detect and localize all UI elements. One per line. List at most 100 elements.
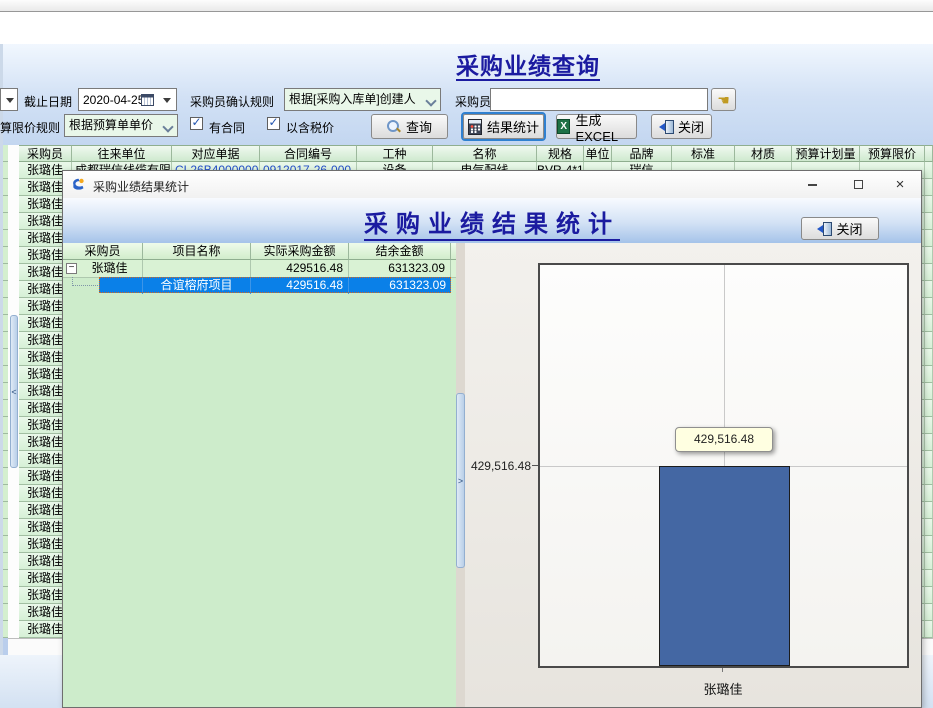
bg-col-header[interactable]: 采购员 (19, 145, 72, 162)
checkmark-icon: ✓ (191, 115, 201, 129)
top-white-band (0, 12, 933, 44)
bg-cell (925, 536, 933, 553)
clipped-combo-stub[interactable] (0, 88, 18, 111)
bg-cell (925, 502, 933, 519)
limit-rule-value: 根据预算单单价 (69, 118, 153, 132)
chart-plot-area: 429,516.48 (538, 263, 909, 668)
bg-col-header[interactable]: 合同编号 (260, 145, 357, 162)
bg-cell (925, 400, 933, 417)
row-project (143, 260, 251, 277)
tax-included-checkbox[interactable]: ✓ (267, 117, 280, 130)
confirm-rule-label: 采购员确认规则 (190, 93, 274, 110)
dialog-table-header: 采购员 项目名称 实际采购金额 结余金额 (63, 243, 456, 260)
query-button-label: 查询 (406, 117, 432, 136)
bg-col-header[interactable]: 对应单据 (172, 145, 260, 162)
close-icon: × (896, 178, 905, 191)
bg-cell (925, 468, 933, 485)
bg-col-header[interactable]: 材质 (735, 145, 792, 162)
screen: 采购业绩查询 截止日期 2020-04-25 采购员确认规则 根据[采购入库单]… (0, 0, 933, 708)
results-dialog: 采购业绩结果统计 × 采购业绩结果统计 关闭 采购员 项目名称 实际采购金额 结… (62, 170, 922, 708)
stats-button[interactable]: 结果统计 (463, 114, 544, 139)
bg-col-header[interactable]: 往来单位 (72, 145, 172, 162)
buyer-label: 采购员 (455, 93, 491, 110)
bg-col-header[interactable]: 规格 (537, 145, 584, 162)
bg-cell (925, 281, 933, 298)
buyer-input[interactable] (490, 88, 708, 111)
maximize-button[interactable] (849, 177, 867, 192)
chevron-down-icon (425, 95, 436, 106)
row-actual-amount: 429516.48 (251, 260, 349, 277)
bg-col-header[interactable]: 预算限价 (860, 145, 925, 162)
bg-cell (925, 366, 933, 383)
bg-cell (925, 196, 933, 213)
has-contract-checkbox[interactable]: ✓ (190, 117, 203, 130)
row-actual-amount: 429516.48 (251, 277, 349, 294)
dialog-header: 采购业绩结果统计 关闭 (63, 198, 921, 243)
close-window-button[interactable]: × (891, 177, 909, 192)
close-button-label: 关闭 (678, 117, 704, 136)
exit-door-icon (659, 120, 673, 133)
dialog-header-title: 采购业绩结果统计 (63, 204, 921, 239)
bg-cell (925, 298, 933, 315)
bar-series-zhanglujia[interactable] (659, 466, 790, 666)
bg-col-header[interactable]: 名称 (433, 145, 537, 162)
dialog-table-row-selected[interactable]: 合谊榕府项目 429516.48 631323.09 (99, 277, 451, 293)
dialog-body: 采购员 项目名称 实际采购金额 结余金额 − 张璐佳 429516.48 631… (63, 243, 921, 707)
bg-col-header[interactable] (925, 145, 933, 162)
page-title: 采购业绩查询 (378, 47, 678, 81)
bg-table-header-row: 采购员往来单位对应单据合同编号工种名称规格单位品牌标准材质预算计划量预算限价 (19, 145, 933, 162)
bg-cell (925, 179, 933, 196)
minimize-icon (808, 184, 817, 186)
dialog-splitter[interactable]: > (456, 393, 465, 568)
calculator-icon (468, 119, 482, 135)
limit-rule-select[interactable]: 根据预算单单价 (64, 114, 178, 137)
dialog-table-row-selected-wrap: 合谊榕府项目 429516.48 631323.09 (63, 277, 456, 293)
dialog-col-header[interactable]: 实际采购金额 (251, 243, 349, 260)
bg-cell (925, 451, 933, 468)
bg-cell (925, 587, 933, 604)
stats-button-label: 结果统计 (487, 117, 539, 136)
dropdown-arrow-icon[interactable] (163, 98, 171, 103)
dialog-col-header[interactable]: 结余金额 (349, 243, 451, 260)
exit-door-icon (817, 222, 831, 235)
pointing-hand-icon: ☚ (717, 93, 730, 107)
bg-cell (925, 247, 933, 264)
close-button[interactable]: 关闭 (651, 114, 712, 139)
dialog-table-row[interactable]: − 张璐佳 429516.48 631323.09 (63, 260, 456, 278)
dialog-titlebar[interactable]: 采购业绩结果统计 × (63, 171, 921, 198)
deadline-date-input[interactable]: 2020-04-25 (78, 88, 177, 111)
bg-cell (925, 349, 933, 366)
tree-collapse-icon[interactable]: − (66, 263, 77, 274)
row-buyer (99, 277, 143, 294)
bg-col-header[interactable]: 预算计划量 (792, 145, 860, 162)
bg-cell (925, 485, 933, 502)
calendar-icon[interactable] (141, 94, 154, 106)
x-axis-category-label: 张璐佳 (623, 679, 823, 698)
excel-button[interactable]: X 生成EXCEL (556, 114, 637, 139)
bg-col-header[interactable]: 工种 (357, 145, 433, 162)
limit-rule-label: 算限价规则 (0, 119, 60, 136)
minimize-button[interactable] (803, 177, 821, 192)
collapse-left-icon: < (11, 387, 16, 397)
tree-branch-line (72, 277, 98, 286)
excel-icon: X (557, 119, 570, 134)
bg-col-header[interactable]: 标准 (672, 145, 735, 162)
bar-value-tooltip: 429,516.48 (675, 427, 773, 452)
bg-cell (925, 230, 933, 247)
row-balance-amount: 631323.09 (349, 260, 451, 277)
dialog-col-header[interactable]: 采购员 (63, 243, 143, 260)
confirm-rule-select[interactable]: 根据[采购入库单]创建人 (284, 88, 441, 111)
bg-col-header[interactable]: 单位 (584, 145, 612, 162)
query-button[interactable]: 查询 (371, 114, 448, 139)
left-panel-splitter[interactable]: < (10, 315, 18, 468)
bg-col-header[interactable]: 品牌 (612, 145, 672, 162)
checkmark-icon: ✓ (268, 115, 278, 129)
bg-cell (925, 553, 933, 570)
buyer-picker-button[interactable]: ☚ (711, 88, 736, 111)
dialog-col-header[interactable]: 项目名称 (143, 243, 251, 260)
dialog-close-button[interactable]: 关闭 (801, 217, 879, 240)
deadline-date-value: 2020-04-25 (83, 93, 144, 107)
y-axis-tick-label: 429,516.48 (465, 459, 531, 473)
search-icon (387, 120, 401, 134)
confirm-rule-value: 根据[采购入库单]创建人 (289, 92, 416, 106)
